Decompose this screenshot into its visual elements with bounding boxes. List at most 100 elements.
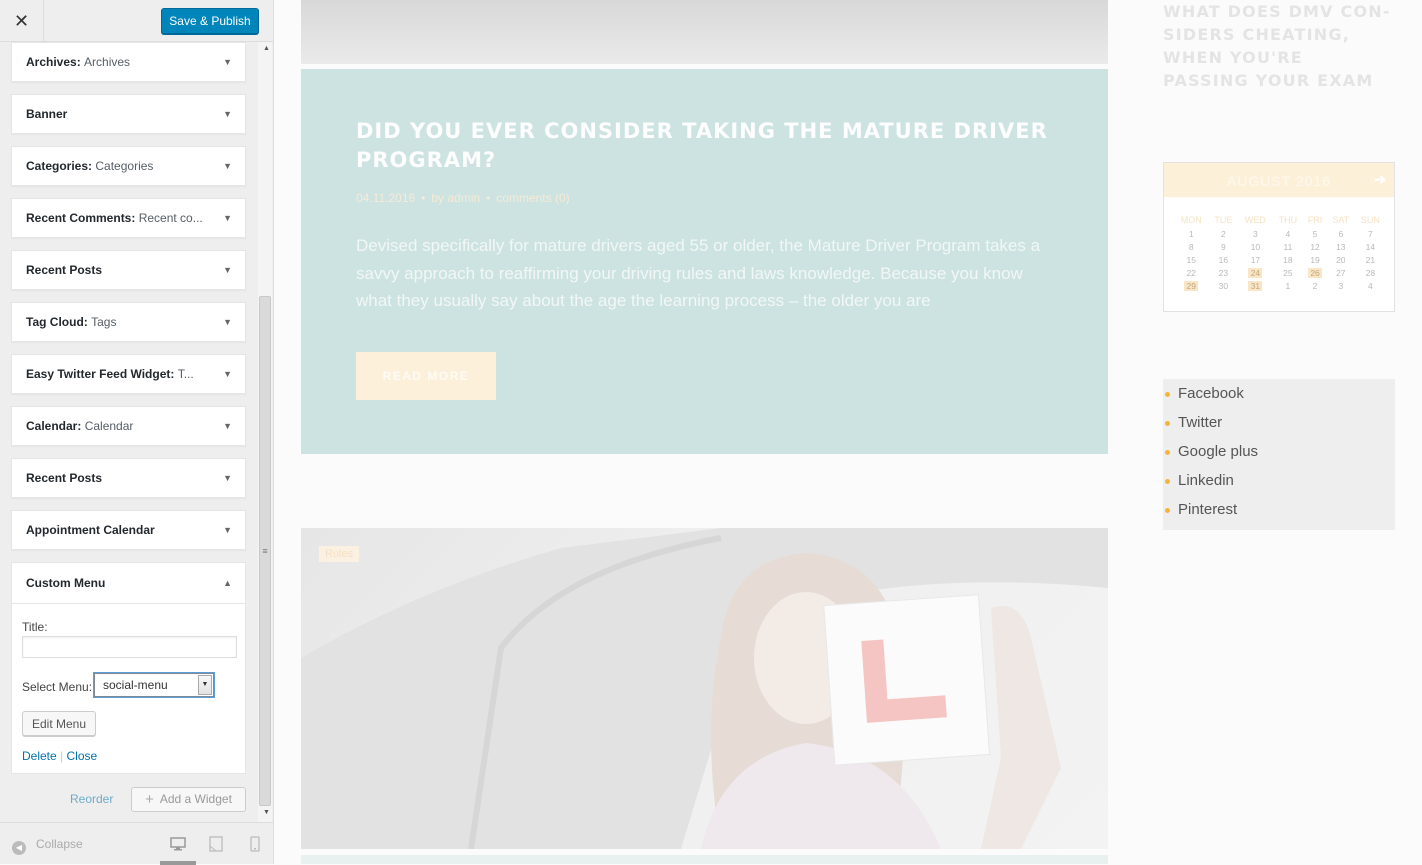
expand-arrow-icon[interactable]: ▼: [223, 43, 232, 81]
mobile-preview-icon[interactable]: [246, 835, 264, 853]
next-month-arrow-icon[interactable]: ➔: [1374, 171, 1386, 188]
calendar-day-with-posts[interactable]: 26: [1308, 267, 1323, 278]
social-link-pinterest[interactable]: Pinterest: [1164, 501, 1237, 518]
customizer-footer: ◀ Collapse: [0, 822, 273, 865]
widget-title: Archives: Archives: [26, 55, 131, 69]
widget-recent-posts[interactable]: Recent Posts ▼: [11, 250, 246, 290]
close-icon[interactable]: ✕: [0, 0, 44, 42]
site-preview: DID YOU EVER CONSIDER TAKING THE MATURE …: [274, 0, 1422, 864]
social-link-linkedin[interactable]: Linkedin: [1165, 472, 1234, 489]
social-link-twitter[interactable]: Twitter: [1164, 414, 1222, 431]
post-comments[interactable]: comments (0): [496, 191, 569, 205]
widget-calendar[interactable]: Calendar: Calendar ▼: [11, 406, 246, 446]
active-device-indicator: [160, 861, 196, 865]
expand-arrow-icon[interactable]: ▼: [223, 147, 232, 185]
customizer-header: ✕ Save & Publish: [0, 0, 273, 42]
weekday-label: MON: [1180, 215, 1202, 225]
delete-link[interactable]: Delete: [22, 749, 57, 763]
menu-select-value: social-menu: [103, 678, 168, 692]
calendar-day: 30: [1218, 280, 1229, 291]
widget-recent-posts-2[interactable]: Recent Posts ▼: [11, 458, 246, 498]
calendar-day: 6: [1338, 228, 1344, 239]
expand-arrow-icon[interactable]: ▼: [223, 95, 232, 133]
reorder-link[interactable]: Reorder: [70, 792, 113, 806]
widget-title: Easy Twitter Feed Widget: T...: [26, 367, 194, 381]
calendar-day: 4: [1367, 280, 1373, 291]
edit-menu-button[interactable]: Edit Menu: [22, 711, 96, 736]
calendar-day-with-posts[interactable]: 24: [1248, 267, 1263, 278]
collapse-button[interactable]: ◀ Collapse: [12, 837, 83, 855]
calendar-day: 13: [1336, 241, 1346, 252]
calendar-day[interactable]: 10: [1248, 242, 1262, 252]
widget-title: Recent Posts: [26, 263, 103, 277]
calendar-day: 1: [1285, 280, 1291, 291]
post-title[interactable]: DID YOU EVER CONSIDER TAKING THE MATURE …: [356, 117, 1056, 175]
expand-arrow-icon[interactable]: ▼: [223, 199, 232, 237]
social-link-facebook[interactable]: Facebook: [1165, 385, 1244, 402]
select-menu-label: Select Menu:: [22, 680, 93, 694]
tablet-preview-icon[interactable]: [207, 835, 225, 853]
customizer-sidebar: ✕ Save & Publish ▲ ≡ ▼ Archives: Archive…: [0, 0, 274, 865]
widget-recent-comments[interactable]: Recent Comments: Recent co... ▼: [11, 198, 246, 238]
expand-arrow-icon[interactable]: ▼: [223, 303, 232, 341]
collapse-arrow-icon: ◀: [12, 841, 26, 855]
calendar-day: 12: [1310, 241, 1320, 252]
chevron-down-icon[interactable]: ▼: [198, 675, 212, 695]
calendar-day: 14: [1365, 241, 1376, 252]
widget-twitter-feed[interactable]: Easy Twitter Feed Widget: T... ▼: [11, 354, 246, 394]
calendar-day: 2: [1220, 228, 1226, 239]
calendar-week: 29 30 31 1 2 3 4: [1174, 279, 1386, 292]
calendar-day-with-posts[interactable]: 31: [1248, 280, 1263, 291]
scroll-up-arrow-icon[interactable]: ▲: [263, 45, 270, 52]
calendar-day: 4: [1285, 228, 1291, 239]
close-link[interactable]: Close: [67, 749, 98, 763]
widget-banner[interactable]: Banner ▼: [11, 94, 246, 134]
widget-custom-menu-header[interactable]: Custom Menu ▲: [12, 563, 245, 604]
calendar-day: 8: [1188, 241, 1194, 252]
sidebar-post-heading[interactable]: WHAT DOES DMV CON-SIDERS CHEATING, WHEN …: [1163, 0, 1393, 92]
expand-arrow-icon[interactable]: ▼: [223, 459, 232, 497]
calendar-week: 15 16 17 18 19 20 21: [1174, 253, 1386, 266]
expand-arrow-icon[interactable]: ▼: [223, 407, 232, 445]
calendar-widget: AUGUST 2016 ➔ MON TUE WED THU FRI SAT SU…: [1163, 162, 1395, 312]
plus-icon: +: [145, 791, 154, 808]
post-image: [301, 0, 1108, 64]
social-link-google-plus[interactable]: Google plus: [1164, 443, 1258, 460]
widget-archives[interactable]: Archives: Archives ▼: [11, 42, 246, 82]
post-author[interactable]: by admin: [431, 191, 480, 205]
expand-arrow-icon[interactable]: ▼: [223, 355, 232, 393]
expand-arrow-icon[interactable]: ▼: [223, 251, 232, 289]
save-publish-button[interactable]: Save & Publish: [161, 8, 259, 34]
calendar-day: 15: [1186, 254, 1196, 265]
read-more-button[interactable]: READ MORE: [356, 352, 496, 400]
desktop-preview-icon[interactable]: [169, 835, 187, 853]
widget-appointment-calendar[interactable]: Appointment Calendar ▼: [11, 510, 246, 550]
post-meta: 04.11.2016 • by admin • comments (0): [356, 191, 570, 205]
calendar-day: 7: [1367, 228, 1373, 239]
collapse-label: Collapse: [36, 837, 83, 851]
meta-dot: •: [486, 191, 491, 205]
widget-custom-menu-expanded: Custom Menu ▲ Title: Select Menu: social…: [11, 562, 246, 774]
calendar-week: 8 9 10 11 12 13 14: [1174, 240, 1386, 253]
title-field[interactable]: [22, 636, 237, 658]
widget-tag-cloud[interactable]: Tag Cloud: Tags ▼: [11, 302, 246, 342]
calendar-day: 20: [1336, 254, 1346, 265]
expand-arrow-icon[interactable]: ▼: [223, 511, 232, 549]
collapse-arrow-icon[interactable]: ▲: [223, 563, 232, 603]
weekday-label: THU: [1278, 215, 1298, 225]
add-widget-button[interactable]: + Add a Widget: [131, 787, 246, 812]
post-date[interactable]: 04.11.2016: [356, 191, 415, 205]
menu-select-dropdown[interactable]: social-menu ▼: [94, 673, 214, 697]
scroll-down-arrow-icon[interactable]: ▼: [263, 809, 270, 816]
add-widget-label: Add a Widget: [159, 792, 232, 806]
widget-title: Banner: [26, 107, 68, 121]
calendar-day-with-posts[interactable]: 29: [1184, 280, 1199, 291]
widget-categories[interactable]: Categories: Categories ▼: [11, 146, 246, 186]
calendar-day: 9: [1220, 241, 1226, 252]
calendar-day: 3: [1253, 228, 1258, 239]
post-excerpt: Devised specifically for mature drivers …: [356, 236, 1041, 310]
car-photo-illustration: [301, 528, 1108, 849]
widget-title: Calendar: Calendar: [26, 419, 134, 433]
widget-title: Categories: Categories: [26, 159, 154, 173]
widget-title: Tag Cloud: Tags: [26, 315, 117, 329]
